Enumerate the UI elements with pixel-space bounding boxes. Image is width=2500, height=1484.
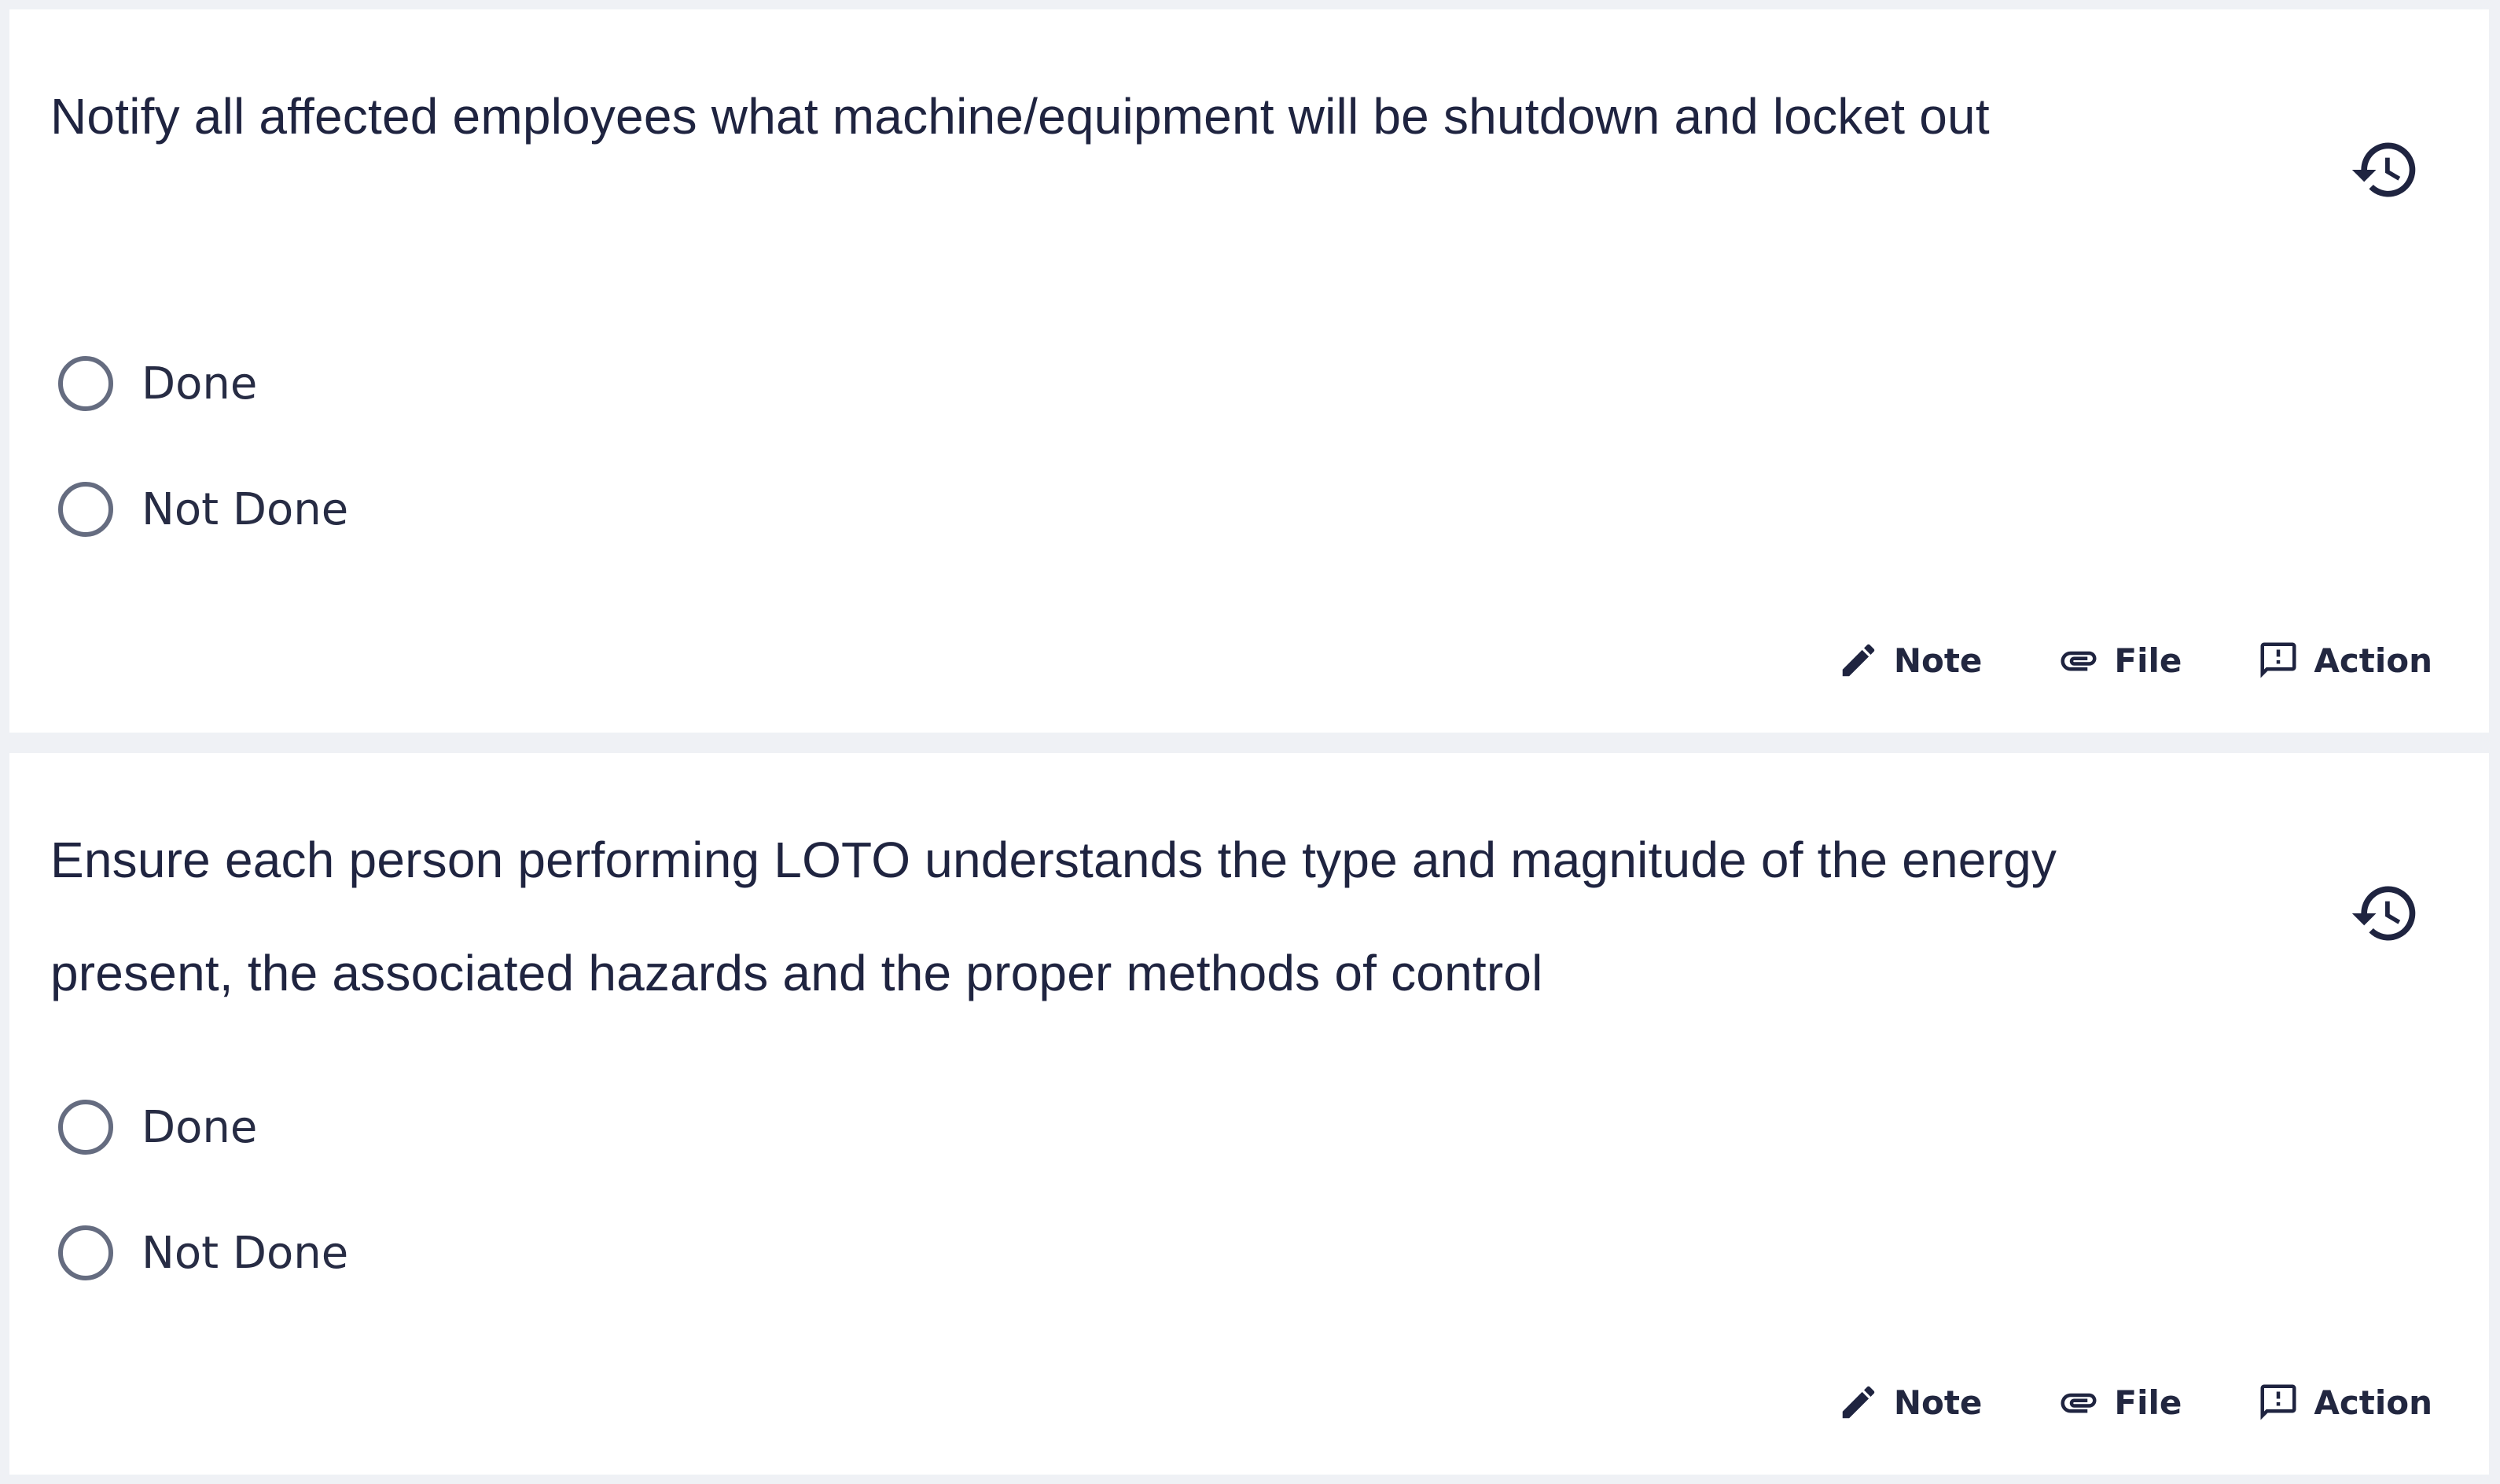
option-label: Done bbox=[142, 358, 258, 410]
option-done[interactable]: Done bbox=[58, 1083, 1159, 1171]
option-label: Not Done bbox=[142, 1227, 349, 1279]
feedback-icon bbox=[2257, 1381, 2300, 1423]
action-button[interactable]: Action bbox=[2257, 1371, 2432, 1434]
action-button[interactable]: Action bbox=[2257, 629, 2432, 692]
paperclip-icon bbox=[2057, 1381, 2100, 1423]
file-label: File bbox=[2114, 1383, 2182, 1422]
note-label: Note bbox=[1893, 641, 1983, 680]
pencil-icon bbox=[1837, 639, 1880, 681]
action-label: Action bbox=[2314, 1383, 2432, 1422]
action-label: Action bbox=[2314, 641, 2432, 680]
option-label: Not Done bbox=[142, 483, 349, 535]
question-text: Notify all affected employees what machi… bbox=[50, 60, 2220, 173]
history-button[interactable] bbox=[2344, 872, 2426, 954]
history-icon bbox=[2349, 877, 2421, 950]
file-label: File bbox=[2114, 641, 2182, 680]
file-button[interactable]: File bbox=[2057, 1371, 2182, 1434]
checklist-card-1: Notify all affected employees what machi… bbox=[9, 9, 2489, 733]
feedback-icon bbox=[2257, 639, 2300, 681]
card-actions: Note File Action bbox=[1837, 1371, 2432, 1434]
pencil-icon bbox=[1837, 1381, 1880, 1423]
radio-button[interactable] bbox=[58, 1100, 113, 1155]
option-not-done[interactable]: Not Done bbox=[58, 465, 1159, 553]
note-label: Note bbox=[1893, 1383, 1983, 1422]
question-label: Notify all affected employees what machi… bbox=[50, 88, 1990, 145]
file-button[interactable]: File bbox=[2057, 629, 2182, 692]
history-button[interactable] bbox=[2344, 129, 2426, 211]
history-icon bbox=[2349, 134, 2421, 206]
radio-button[interactable] bbox=[58, 356, 113, 411]
note-button[interactable]: Note bbox=[1837, 1371, 1983, 1434]
answer-options: Done Not Done bbox=[58, 340, 1159, 591]
question-label: Ensure each person performing LOTO under… bbox=[50, 832, 2057, 1001]
note-button[interactable]: Note bbox=[1837, 629, 1983, 692]
question-text: Ensure each person performing LOTO under… bbox=[50, 803, 2220, 1030]
checklist-card-2: Ensure each person performing LOTO under… bbox=[9, 753, 2489, 1475]
option-label: Done bbox=[142, 1101, 258, 1153]
radio-button[interactable] bbox=[58, 1225, 113, 1280]
radio-button[interactable] bbox=[58, 482, 113, 537]
card-actions: Note File Action bbox=[1837, 629, 2432, 692]
paperclip-icon bbox=[2057, 639, 2100, 681]
option-done[interactable]: Done bbox=[58, 340, 1159, 428]
answer-options: Done Not Done bbox=[58, 1083, 1159, 1335]
option-not-done[interactable]: Not Done bbox=[58, 1209, 1159, 1297]
